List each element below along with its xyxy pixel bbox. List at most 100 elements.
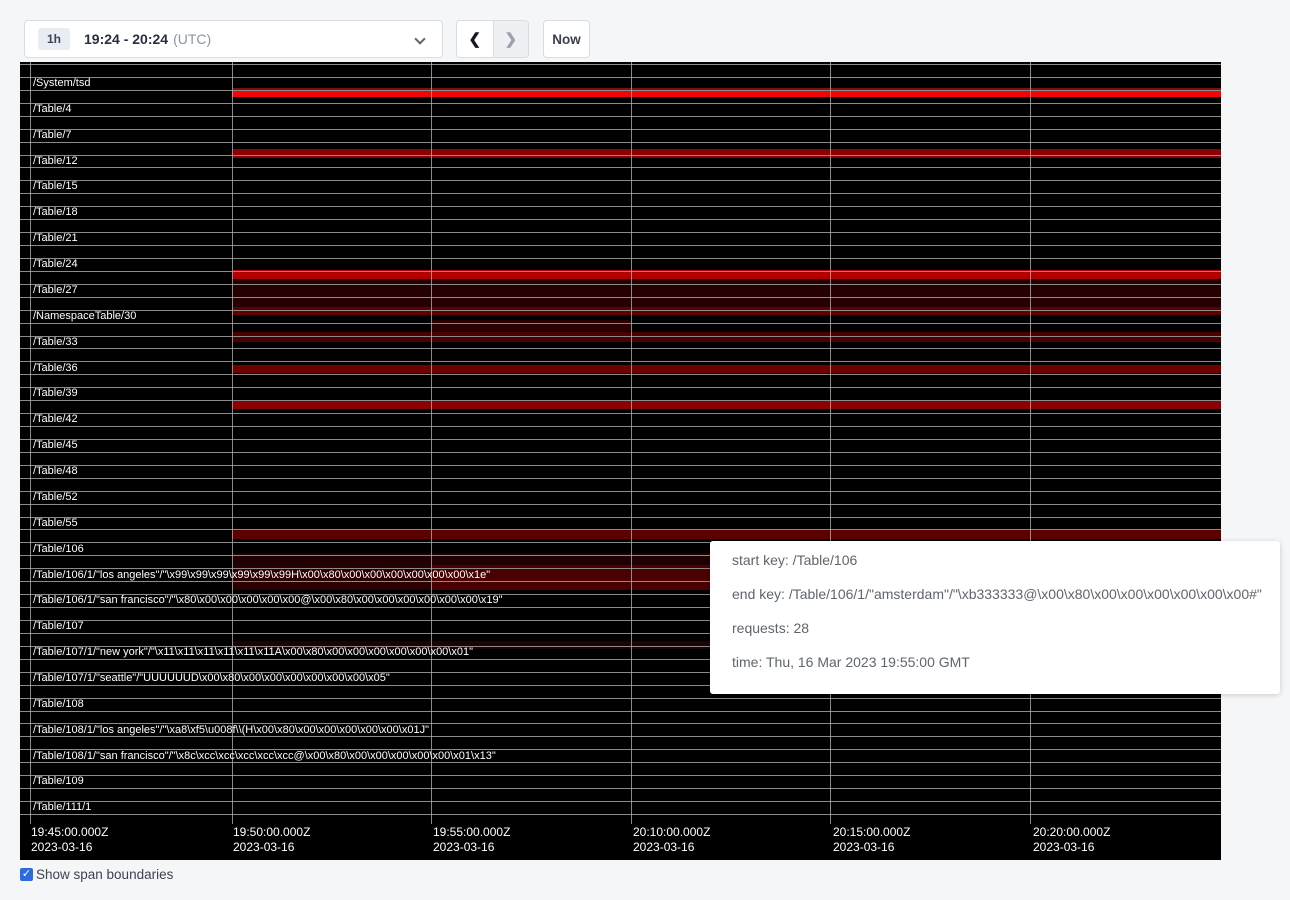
span-boundary-line	[20, 90, 1221, 91]
x-axis-tick: 20:20:00.000Z2023-03-16	[1033, 825, 1110, 855]
row-label: /Table/7	[33, 129, 72, 142]
x-axis-tick: 19:55:00.000Z2023-03-16	[433, 825, 510, 855]
span-boundary-line	[20, 336, 1221, 337]
row-label: /Table/12	[33, 155, 78, 168]
span-boundary-line	[20, 348, 1221, 349]
row-label: /Table/18	[33, 206, 78, 219]
span-boundary-line	[20, 180, 1221, 181]
row-label: /Table/33	[33, 336, 78, 349]
time-gridline	[1030, 62, 1031, 824]
span-boundary-line	[20, 374, 1221, 375]
row-label: /Table/106	[33, 543, 84, 556]
heatmap-plot[interactable]: /System/tsd/Table/4/Table/7/Table/12/Tab…	[20, 62, 1221, 824]
span-boundary-line	[20, 64, 1221, 65]
row-label: /Table/48	[33, 465, 78, 478]
time-gridline	[431, 62, 432, 824]
row-label: /NamespaceTable/30	[33, 310, 136, 323]
span-boundary-line	[20, 206, 1221, 207]
time-gridline	[631, 62, 632, 824]
row-label: /Table/107	[33, 620, 84, 633]
heat-band[interactable]	[232, 88, 1221, 97]
time-range-text: 19:24 - 20:24	[84, 31, 168, 47]
span-boundary-line	[20, 775, 1221, 776]
tooltip-end-key: end key: /Table/106/1/"amsterdam"/"\xb33…	[732, 577, 1280, 611]
tick-date: 2023-03-16	[833, 840, 910, 855]
tick-date: 2023-03-16	[1033, 840, 1110, 855]
heat-band[interactable]	[431, 320, 631, 331]
tick-time: 19:50:00.000Z	[233, 825, 310, 840]
row-label: /Table/42	[33, 413, 78, 426]
checkbox-label: Show span boundaries	[36, 867, 173, 882]
tick-time: 20:10:00.000Z	[633, 825, 710, 840]
time-gridline	[232, 62, 233, 824]
span-boundary-line	[20, 193, 1221, 194]
heat-band[interactable]	[232, 307, 1221, 316]
now-button[interactable]: Now	[543, 20, 590, 58]
row-label: /Table/39	[33, 387, 78, 400]
span-boundary-line	[20, 142, 1221, 143]
row-label: /Table/24	[33, 258, 78, 271]
heat-band[interactable]	[232, 530, 1221, 539]
row-label: /Table/106/1/"los angeles"/"\x99\x99\x99…	[33, 569, 490, 582]
time-range-badge: 1h	[38, 28, 70, 50]
span-boundary-line	[20, 129, 1221, 130]
span-boundary-line	[20, 529, 1221, 530]
row-label: /Table/107/1/"new york"/"\x11\x11\x11\x1…	[33, 646, 473, 659]
time-range-timezone: (UTC)	[173, 31, 211, 47]
span-boundary-line	[20, 698, 1221, 699]
heat-band[interactable]	[232, 149, 1221, 158]
row-label: /Table/4	[33, 103, 72, 116]
span-boundary-line	[20, 271, 1221, 272]
span-boundary-line	[20, 219, 1221, 220]
tooltip-time: time: Thu, 16 Mar 2023 19:55:00 GMT	[732, 645, 1280, 679]
row-label: /Table/108/1/"los angeles"/"\xa8\xf5\u00…	[33, 724, 429, 737]
span-boundary-line	[20, 310, 1221, 311]
row-label: /Table/15	[33, 180, 78, 193]
span-boundary-line	[20, 491, 1221, 492]
span-boundary-line	[20, 232, 1221, 233]
tick-date: 2023-03-16	[233, 840, 310, 855]
row-label: /Table/52	[33, 491, 78, 504]
row-label: /Table/27	[33, 284, 78, 297]
span-boundary-line	[20, 400, 1221, 401]
span-boundary-line	[20, 478, 1221, 479]
span-boundary-line	[20, 77, 1221, 78]
tick-date: 2023-03-16	[433, 840, 510, 855]
x-axis-tick: 19:50:00.000Z2023-03-16	[233, 825, 310, 855]
span-boundary-line	[20, 387, 1221, 388]
span-boundary-line	[20, 323, 1221, 324]
span-boundary-line	[20, 426, 1221, 427]
tick-time: 19:55:00.000Z	[433, 825, 510, 840]
span-boundary-line	[20, 103, 1221, 104]
span-boundary-line	[20, 439, 1221, 440]
time-gridline	[30, 62, 31, 824]
span-boundary-line	[20, 284, 1221, 285]
chevron-right-icon: ❯	[504, 30, 517, 48]
span-boundary-line	[20, 801, 1221, 802]
next-time-button-disabled[interactable]: ❯	[493, 21, 529, 57]
time-range-selector[interactable]: 1h 19:24 - 20:24 (UTC)	[24, 20, 443, 58]
span-boundary-line	[20, 116, 1221, 117]
chevron-left-icon: ❮	[468, 30, 481, 48]
key-visualizer-canvas[interactable]: /System/tsd/Table/4/Table/7/Table/12/Tab…	[20, 62, 1221, 860]
row-label: /Table/21	[33, 232, 78, 245]
span-boundary-line	[20, 814, 1221, 815]
show-span-boundaries-control[interactable]: ✓ Show span boundaries	[20, 867, 173, 882]
tick-time: 20:20:00.000Z	[1033, 825, 1110, 840]
row-label: /System/tsd	[33, 77, 90, 90]
x-axis-tick: 20:10:00.000Z2023-03-16	[633, 825, 710, 855]
row-label: /Table/108	[33, 698, 84, 711]
row-label: /Table/107/1/"seattle"/"UUUUUUD\x00\x80\…	[33, 672, 390, 685]
heat-band[interactable]	[232, 365, 1221, 373]
span-boundary-line	[20, 297, 1221, 298]
span-tooltip: start key: /Table/106 end key: /Table/10…	[710, 541, 1280, 694]
tick-time: 20:15:00.000Z	[833, 825, 910, 840]
span-boundary-line	[20, 258, 1221, 259]
checkbox-checked-icon[interactable]: ✓	[20, 868, 33, 881]
prev-time-button[interactable]: ❮	[457, 21, 493, 57]
chevron-down-icon	[414, 33, 425, 44]
span-boundary-line	[20, 517, 1221, 518]
row-label: /Table/55	[33, 517, 78, 530]
row-label: /Table/109	[33, 775, 84, 788]
span-boundary-line	[20, 413, 1221, 414]
